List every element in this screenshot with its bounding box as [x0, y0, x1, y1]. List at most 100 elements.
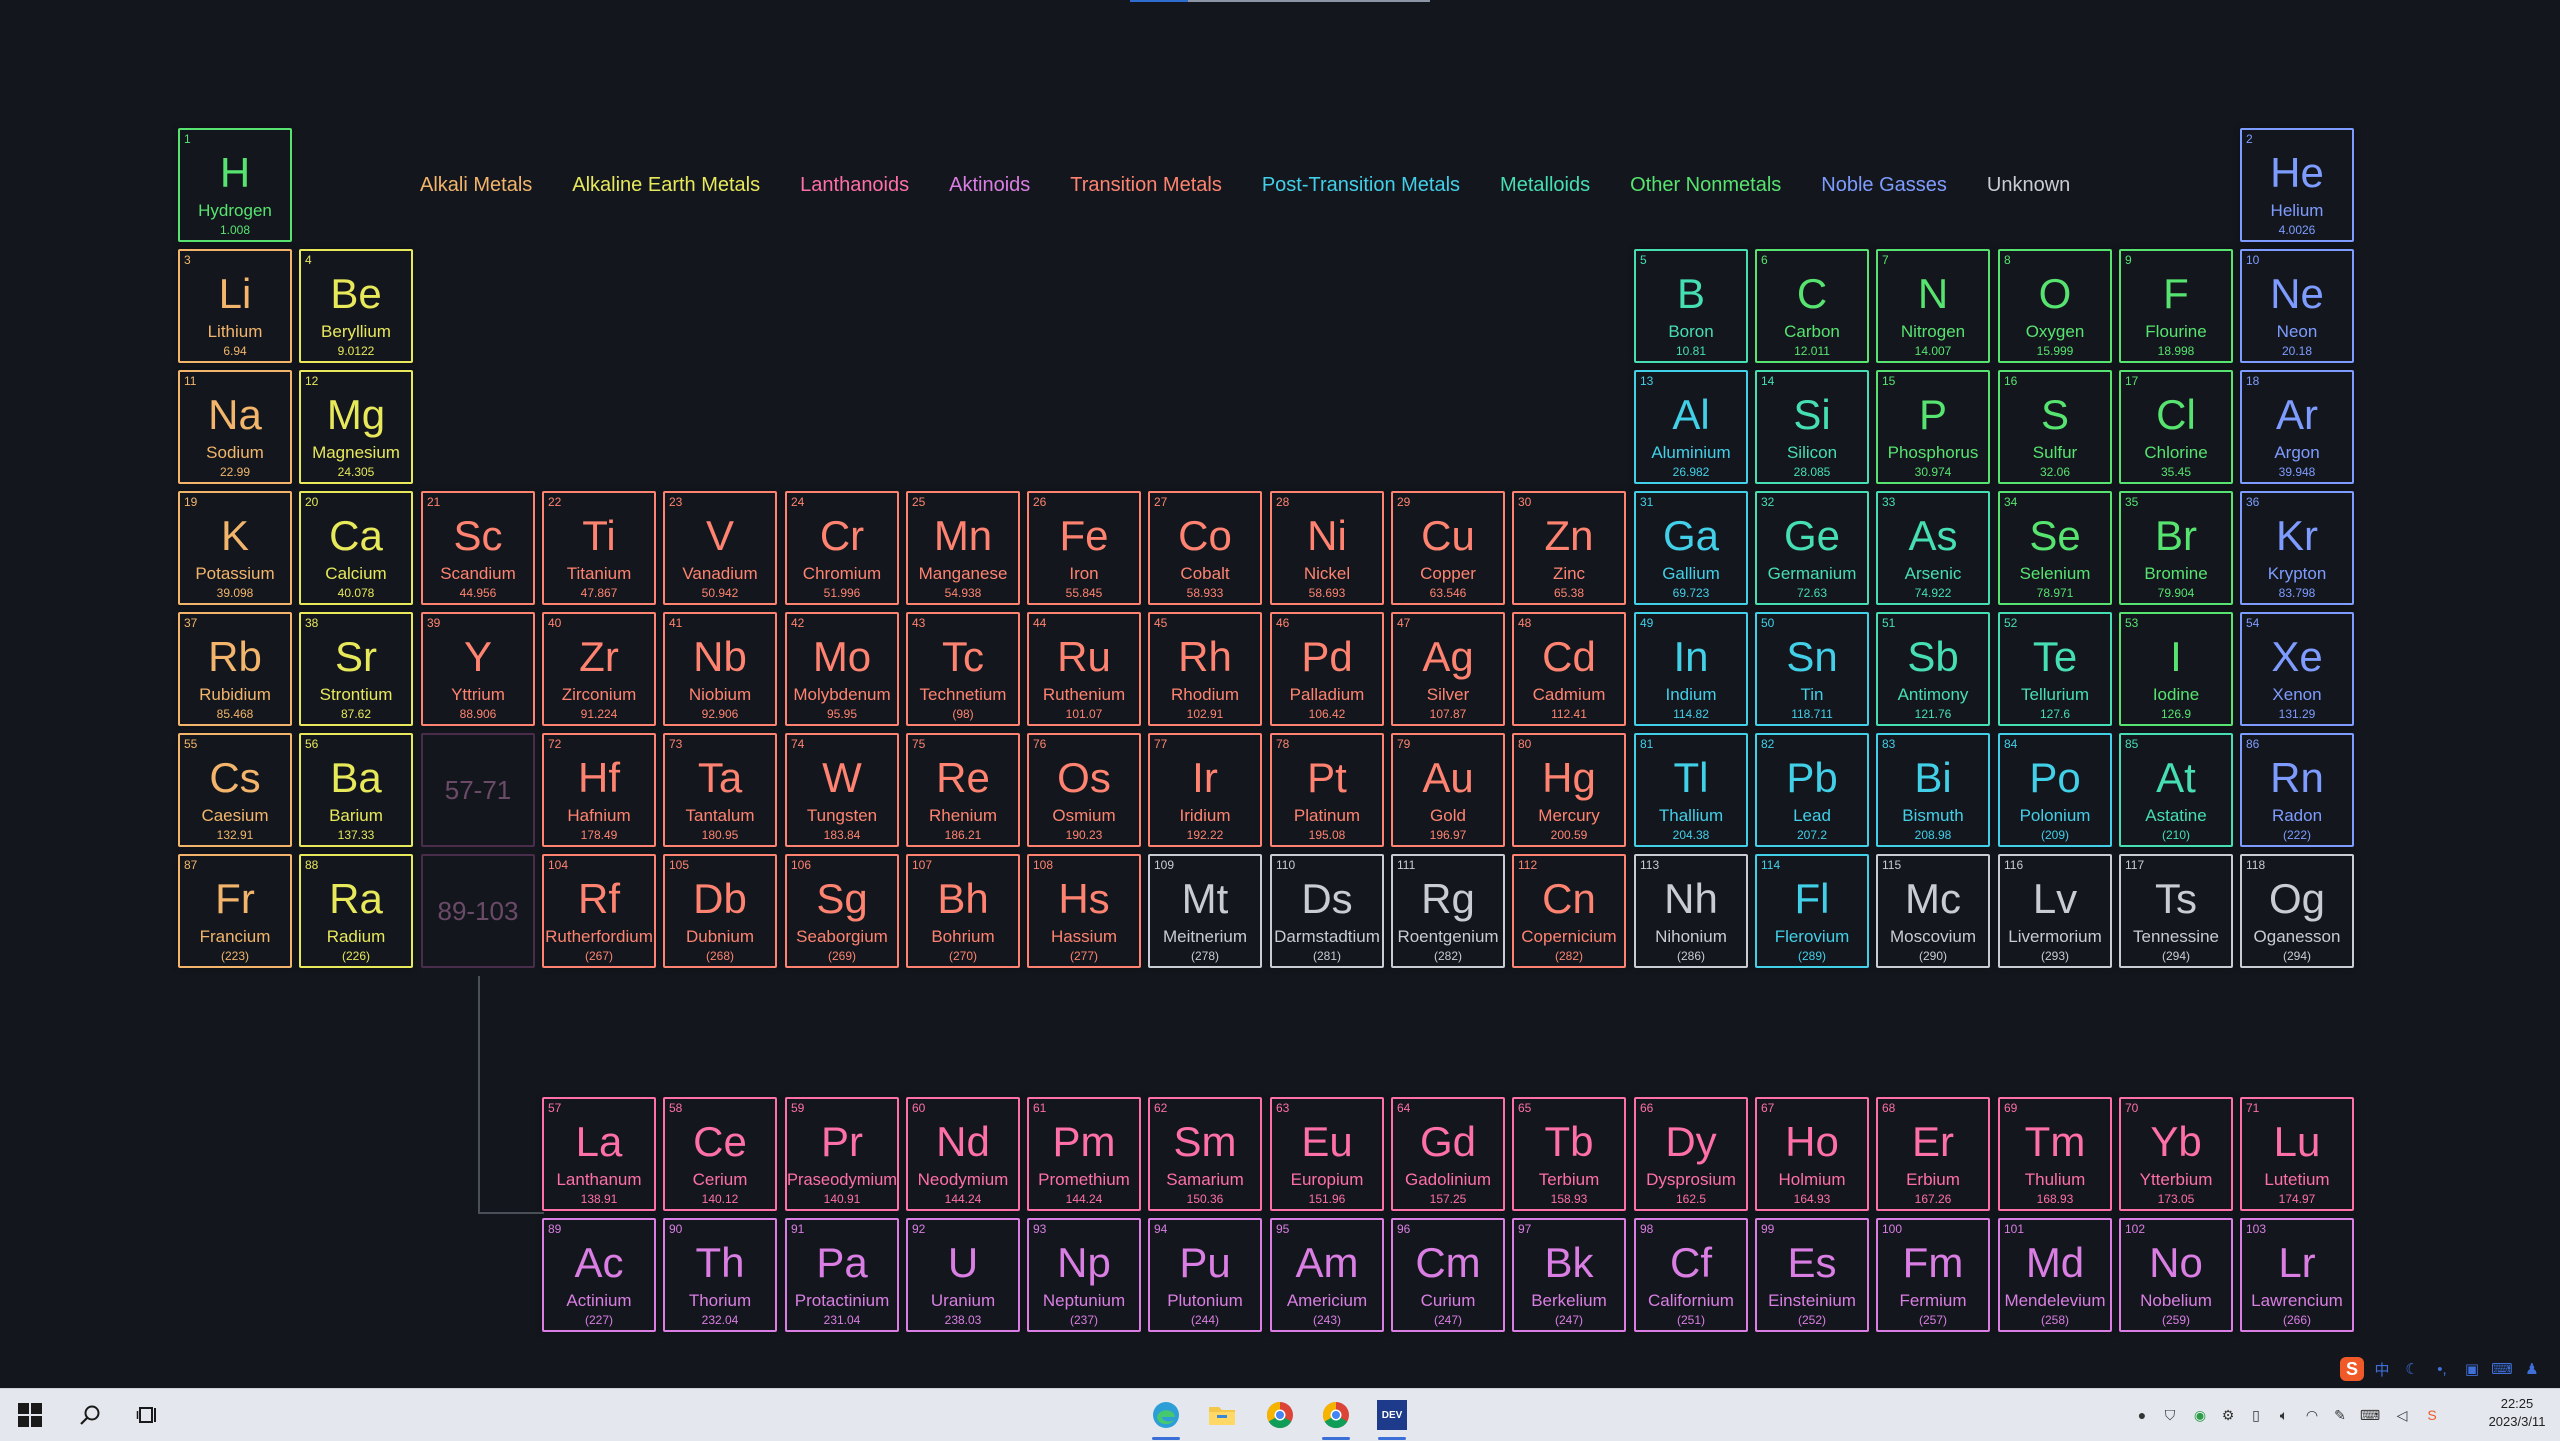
element-neon[interactable]: 10 Ne Neon 20.18	[2240, 249, 2354, 363]
toolbox-icon[interactable]: ▣	[2460, 1357, 2484, 1381]
element-cadmium[interactable]: 48 Cd Cadmium 112.41	[1512, 612, 1626, 726]
element-titanium[interactable]: 22 Ti Titanium 47.867	[542, 491, 656, 605]
element-uranium[interactable]: 92 U Uranium 238.03	[906, 1218, 1020, 1332]
element-zirconium[interactable]: 40 Zr Zirconium 91.224	[542, 612, 656, 726]
element-tennessine[interactable]: 117 Ts Tennessine (294)	[2119, 854, 2233, 968]
settings-icon[interactable]: ⚙	[2218, 1405, 2238, 1425]
sogou-tray-icon[interactable]: S	[2422, 1405, 2442, 1425]
element-silicon[interactable]: 14 Si Silicon 28.085	[1755, 370, 1869, 484]
element-actinium[interactable]: 89 Ac Actinium (227)	[542, 1218, 656, 1332]
ime-chinese-icon[interactable]: 中	[2370, 1357, 2394, 1381]
element-technetium[interactable]: 43 Tc Technetium (98)	[906, 612, 1020, 726]
element-iron[interactable]: 26 Fe Iron 55.845	[1027, 491, 1141, 605]
element-potassium[interactable]: 19 K Potassium 39.098	[178, 491, 292, 605]
element-neodymium[interactable]: 60 Nd Neodymium 144.24	[906, 1097, 1020, 1211]
element-radon[interactable]: 86 Rn Radon (222)	[2240, 733, 2354, 847]
element-thallium[interactable]: 81 Tl Thallium 204.38	[1634, 733, 1748, 847]
chrome-tray-icon[interactable]: ●	[2132, 1405, 2152, 1425]
element-argon[interactable]: 18 Ar Argon 39.948	[2240, 370, 2354, 484]
battery-icon[interactable]: ▯	[2246, 1405, 2266, 1425]
element-praseodymium[interactable]: 59 Pr Praseodymium 140.91	[785, 1097, 899, 1211]
element-hassium[interactable]: 108 Hs Hassium (277)	[1027, 854, 1141, 968]
legend-item-unknown[interactable]: Unknown	[1987, 170, 2070, 200]
element-thulium[interactable]: 69 Tm Thulium 168.93	[1998, 1097, 2112, 1211]
element-livermorium[interactable]: 116 Lv Livermorium (293)	[1998, 854, 2112, 968]
user-icon[interactable]: ♟	[2520, 1357, 2544, 1381]
element-phosphorus[interactable]: 15 P Phosphorus 30.974	[1876, 370, 1990, 484]
element-lithium[interactable]: 3 Li Lithium 6.94	[178, 249, 292, 363]
taskbar-app-edge[interactable]	[1146, 1397, 1186, 1440]
element-tin[interactable]: 50 Sn Tin 118.711	[1755, 612, 1869, 726]
element-chromium[interactable]: 24 Cr Chromium 51.996	[785, 491, 899, 605]
element-beryllium[interactable]: 4 Be Beryllium 9.0122	[299, 249, 413, 363]
element-sodium[interactable]: 11 Na Sodium 22.99	[178, 370, 292, 484]
taskbar-app-dev[interactable]: DEV	[1372, 1397, 1412, 1440]
legend-item-noble[interactable]: Noble Gasses	[1821, 170, 1947, 200]
element-terbium[interactable]: 65 Tb Terbium 158.93	[1512, 1097, 1626, 1211]
element-moscovium[interactable]: 115 Mc Moscovium (290)	[1876, 854, 1990, 968]
element-germanium[interactable]: 32 Ge Germanium 72.63	[1755, 491, 1869, 605]
legend-item-lanthanoid[interactable]: Lanthanoids	[800, 170, 909, 200]
taskbar-app-chrome[interactable]	[1260, 1397, 1300, 1433]
element-ytterbium[interactable]: 70 Yb Ytterbium 173.05	[2119, 1097, 2233, 1211]
element-yttrium[interactable]: 39 Y Yttrium 88.906	[421, 612, 535, 726]
taskbar-app-explorer[interactable]	[1202, 1397, 1242, 1433]
element-samarium[interactable]: 62 Sm Samarium 150.36	[1148, 1097, 1262, 1211]
punctuation-icon[interactable]: •,	[2430, 1357, 2454, 1381]
speaker-icon[interactable]: ◁	[2392, 1405, 2412, 1425]
element-krypton[interactable]: 36 Kr Krypton 83.798	[2240, 491, 2354, 605]
element-protactinium[interactable]: 91 Pa Protactinium 231.04	[785, 1218, 899, 1332]
element-dubnium[interactable]: 105 Db Dubnium (268)	[663, 854, 777, 968]
task-view-button[interactable]	[130, 1397, 166, 1433]
series-placeholder[interactable]: 89-103	[421, 854, 535, 968]
element-roentgenium[interactable]: 111 Rg Roentgenium (282)	[1391, 854, 1505, 968]
element-palladium[interactable]: 46 Pd Palladium 106.42	[1270, 612, 1384, 726]
element-copper[interactable]: 29 Cu Copper 63.546	[1391, 491, 1505, 605]
element-xenon[interactable]: 54 Xe Xenon 131.29	[2240, 612, 2354, 726]
element-cobalt[interactable]: 27 Co Cobalt 58.933	[1148, 491, 1262, 605]
element-niobium[interactable]: 41 Nb Niobium 92.906	[663, 612, 777, 726]
element-nickel[interactable]: 28 Ni Nickel 58.693	[1270, 491, 1384, 605]
wifi-icon[interactable]: ◠	[2302, 1405, 2322, 1425]
element-iodine[interactable]: 53 I Iodine 126.9	[2119, 612, 2233, 726]
element-promethium[interactable]: 61 Pm Promethium 144.24	[1027, 1097, 1141, 1211]
element-scandium[interactable]: 21 Sc Scandium 44.956	[421, 491, 535, 605]
element-selenium[interactable]: 34 Se Selenium 78.971	[1998, 491, 2112, 605]
element-lutetium[interactable]: 71 Lu Lutetium 174.97	[2240, 1097, 2354, 1211]
element-platinum[interactable]: 78 Pt Platinum 195.08	[1270, 733, 1384, 847]
element-americium[interactable]: 95 Am Americium (243)	[1270, 1218, 1384, 1332]
element-astatine[interactable]: 85 At Astatine (210)	[2119, 733, 2233, 847]
element-tantalum[interactable]: 73 Ta Tantalum 180.95	[663, 733, 777, 847]
element-oxygen[interactable]: 8 O Oxygen 15.999	[1998, 249, 2112, 363]
legend-item-metalloid[interactable]: Metalloids	[1500, 170, 1590, 200]
element-nihonium[interactable]: 113 Nh Nihonium (286)	[1634, 854, 1748, 968]
element-francium[interactable]: 87 Fr Francium (223)	[178, 854, 292, 968]
element-molybdenum[interactable]: 42 Mo Molybdenum 95.95	[785, 612, 899, 726]
element-tellurium[interactable]: 52 Te Tellurium 127.6	[1998, 612, 2112, 726]
ime-toolbar[interactable]: S 中 ☾ •, ▣ ⌨ ♟	[2340, 1352, 2556, 1386]
element-antimony[interactable]: 51 Sb Antimony 121.76	[1876, 612, 1990, 726]
green-app-icon[interactable]: ◉	[2190, 1405, 2210, 1425]
element-carbon[interactable]: 6 C Carbon 12.011	[1755, 249, 1869, 363]
element-mercury[interactable]: 80 Hg Mercury 200.59	[1512, 733, 1626, 847]
element-ruthenium[interactable]: 44 Ru Ruthenium 101.07	[1027, 612, 1141, 726]
element-rhodium[interactable]: 45 Rh Rhodium 102.91	[1148, 612, 1262, 726]
element-sulfur[interactable]: 16 S Sulfur 32.06	[1998, 370, 2112, 484]
element-erbium[interactable]: 68 Er Erbium 167.26	[1876, 1097, 1990, 1211]
element-lead[interactable]: 82 Pb Lead 207.2	[1755, 733, 1869, 847]
keyboard-icon[interactable]: ⌨	[2490, 1357, 2514, 1381]
legend-item-nonmetal[interactable]: Other Nonmetals	[1630, 170, 1781, 200]
element-curium[interactable]: 96 Cm Curium (247)	[1391, 1218, 1505, 1332]
element-meitnerium[interactable]: 109 Mt Meitnerium (278)	[1148, 854, 1262, 968]
element-gadolinium[interactable]: 64 Gd Gadolinium 157.25	[1391, 1097, 1505, 1211]
element-dysprosium[interactable]: 66 Dy Dysprosium 162.5	[1634, 1097, 1748, 1211]
element-bromine[interactable]: 35 Br Bromine 79.904	[2119, 491, 2233, 605]
element-tungsten[interactable]: 74 W Tungsten 183.84	[785, 733, 899, 847]
start-button[interactable]	[12, 1397, 48, 1433]
pen-icon[interactable]: ✎	[2330, 1405, 2350, 1425]
element-indium[interactable]: 49 In Indium 114.82	[1634, 612, 1748, 726]
element-cerium[interactable]: 58 Ce Cerium 140.12	[663, 1097, 777, 1211]
element-seaborgium[interactable]: 106 Sg Seaborgium (269)	[785, 854, 899, 968]
element-barium[interactable]: 56 Ba Barium 137.33	[299, 733, 413, 847]
volume-icon[interactable]: 🔈︎	[2274, 1405, 2294, 1425]
